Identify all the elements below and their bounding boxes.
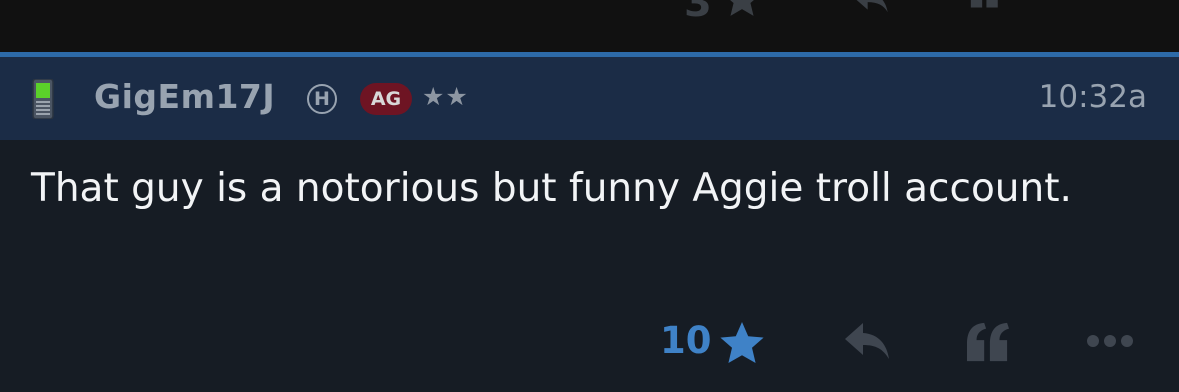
previous-post-actions: 3 [0, 0, 1179, 52]
post-header: GigEm17J H AG ★★ 10:32a [0, 57, 1179, 140]
post-actions: 10 [0, 305, 1179, 375]
previous-star-icon[interactable] [720, 0, 764, 28]
like-count[interactable]: 10 [660, 319, 712, 362]
star-icon[interactable] [717, 319, 767, 371]
previous-reply-icon[interactable] [846, 0, 896, 22]
phone-icon [32, 78, 54, 123]
previous-like-count[interactable]: 3 [684, 0, 712, 26]
previous-quote-icon[interactable] [962, 0, 1008, 20]
post-timestamp: 10:32a [1038, 79, 1147, 115]
more-icon[interactable] [1085, 333, 1135, 352]
post-body: That guy is a notorious but funny Aggie … [31, 166, 1072, 211]
reply-icon[interactable] [842, 321, 892, 365]
quote-icon[interactable] [965, 321, 1011, 367]
username[interactable]: GigEm17J [94, 77, 275, 116]
team-badge: AG [360, 83, 412, 115]
h-badge: H [307, 84, 337, 114]
rank-stars: ★★ [422, 82, 469, 111]
thread-view: 3 GigEm17J H AG ★★ 10:32a That guy is a … [0, 0, 1179, 392]
